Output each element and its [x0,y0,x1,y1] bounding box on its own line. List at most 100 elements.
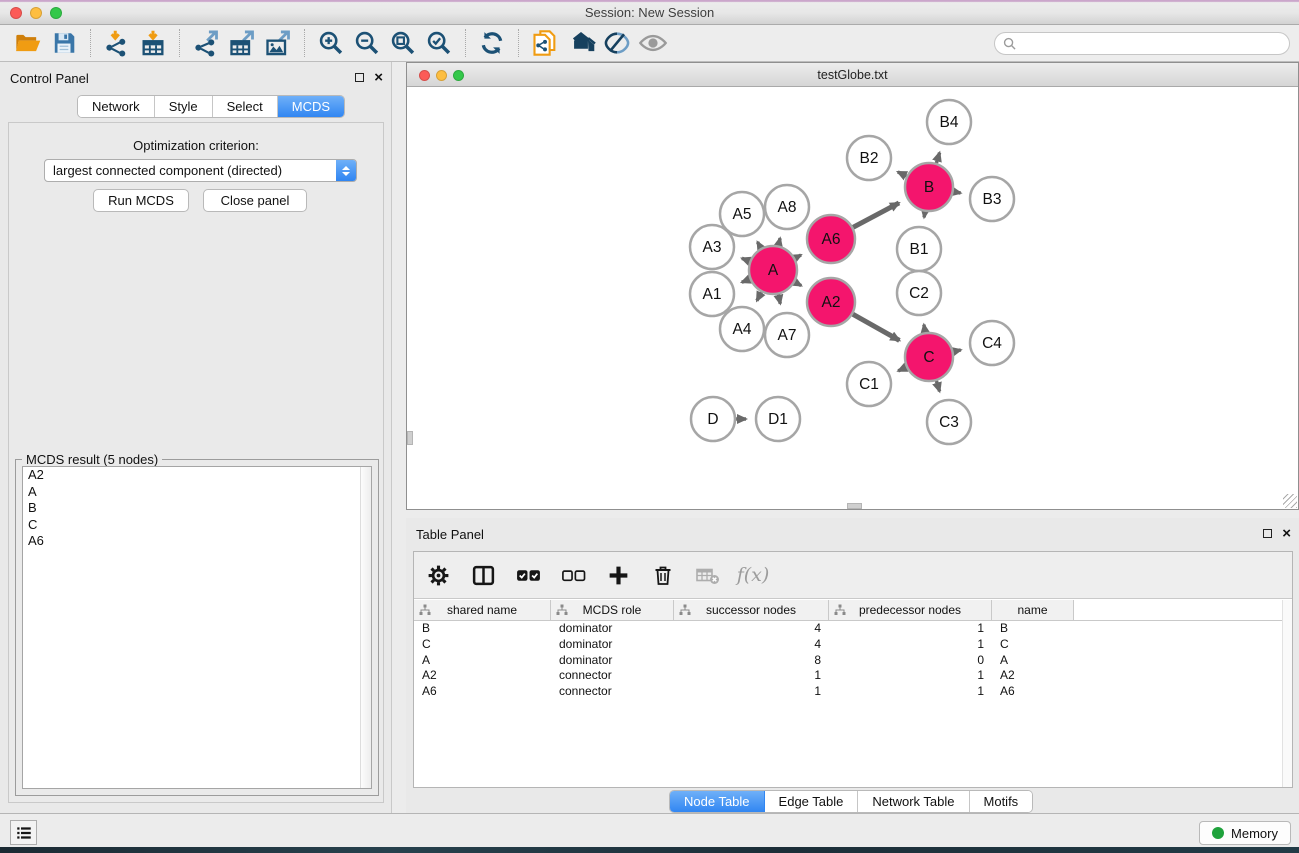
node-label-B3: B3 [983,191,1002,208]
export-network-icon[interactable] [188,27,224,59]
tab-motifs[interactable]: Motifs [970,791,1033,812]
node-label-C1: C1 [859,376,879,393]
edge-A-A5[interactable] [758,242,761,248]
tab-edge-table[interactable]: Edge Table [765,791,859,812]
toolbar-separator [90,29,91,57]
edge-A-A8[interactable] [778,238,780,245]
window-title: Session: New Session [0,5,1299,20]
tab-network-table[interactable]: Network Table [858,791,969,812]
show-panels-eye-icon[interactable] [635,27,671,59]
edge-C-C4[interactable] [953,350,960,352]
node-label-A6: A6 [822,231,841,248]
node-label-B: B [924,179,934,196]
edge-A-A4[interactable] [757,292,762,301]
mcds-result-item[interactable]: B [23,500,371,517]
memory-button[interactable]: Memory [1199,821,1291,845]
edge-C-C2[interactable] [924,325,925,333]
float-panel-icon[interactable] [1263,529,1272,538]
column-header-predecessor-nodes[interactable]: predecessor nodes [829,600,992,620]
float-panel-icon[interactable] [355,73,364,82]
tab-style[interactable]: Style [155,96,213,117]
close-panel-icon[interactable]: × [374,72,383,83]
column-header-shared-name[interactable]: shared name [414,600,551,620]
tab-node-table[interactable]: Node Table [670,791,765,812]
clone-network-icon[interactable] [527,27,563,59]
hide-panels-icon[interactable] [599,27,635,59]
edge-A-A1[interactable] [742,279,750,282]
export-table-icon[interactable] [224,27,260,59]
resize-grip[interactable] [1283,494,1297,508]
run-mcds-button[interactable]: Run MCDS [93,189,189,212]
table-cell: 4 [674,621,829,637]
horizontal-scrollbar-thumb[interactable] [847,503,862,509]
criterion-dropdown[interactable]: largest connected component (directed) [44,159,357,182]
mcds-result-item[interactable]: A6 [23,533,371,550]
zoom-in-icon[interactable] [313,27,349,59]
tab-mcds[interactable]: MCDS [278,96,344,117]
zoom-selected-icon[interactable] [421,27,457,59]
table-options-gear-icon[interactable] [424,561,452,589]
show-column-panel-icon[interactable] [469,561,497,589]
select-all-columns-icon[interactable] [514,561,542,589]
delete-column-icon[interactable] [649,561,677,589]
apply-layout-icon[interactable] [474,27,510,59]
search-input[interactable] [1021,37,1281,51]
task-history-button[interactable] [10,820,37,845]
import-network-icon[interactable] [99,27,135,59]
edge-A-A2[interactable] [795,282,801,286]
close-panel-icon[interactable]: × [1282,528,1291,539]
table-row[interactable]: Bdominator41B [414,621,1292,637]
deselect-all-columns-icon[interactable] [559,561,587,589]
import-table-icon[interactable] [135,27,171,59]
edge-A-A3[interactable] [742,258,750,261]
table-cell: A [414,653,551,669]
table-row[interactable]: Adominator80A [414,653,1292,669]
close-panel-button[interactable]: Close panel [203,189,307,212]
edge-C-C3[interactable] [936,381,939,392]
open-session-icon[interactable] [10,27,46,59]
tab-network[interactable]: Network [78,96,155,117]
column-header-successor-nodes[interactable]: successor nodes [674,600,829,620]
column-header-label: name [1017,603,1047,617]
mcds-result-item[interactable]: C [23,517,371,534]
vertical-scrollbar-thumb[interactable] [407,431,413,445]
list-scrollbar[interactable] [360,467,371,788]
table-scrollbar[interactable] [1282,600,1292,787]
column-header-mcds-role[interactable]: MCDS role [551,600,674,620]
criterion-value: largest connected component (directed) [45,163,336,178]
network-window-titlebar: testGlobe.txt [407,63,1298,87]
mcds-result-item[interactable]: A2 [23,467,371,484]
table-panel: Table Panel × [406,518,1299,813]
edge-B-B1[interactable] [924,212,925,218]
node-label-C4: C4 [982,335,1002,352]
tab-select[interactable]: Select [213,96,278,117]
home-icon[interactable] [563,27,599,59]
table-row[interactable]: A2connector11A2 [414,668,1292,684]
export-image-icon[interactable] [260,27,296,59]
table-row[interactable]: A6connector11A6 [414,684,1292,700]
edge-A-A7[interactable] [778,294,780,303]
column-header-name[interactable]: name [992,600,1074,620]
delete-table-icon[interactable] [694,561,722,589]
edge-C-C1[interactable] [898,367,906,371]
mcds-result-item[interactable]: A [23,484,371,501]
zoom-out-icon[interactable] [349,27,385,59]
table-cell: A2 [414,668,551,684]
edge-B-B3[interactable] [954,192,961,193]
node-label-D: D [707,411,718,428]
edge-A-A6[interactable] [795,255,801,258]
edge-B-B2[interactable] [898,172,907,176]
list-icon [15,824,33,842]
search-box[interactable] [994,32,1290,55]
save-session-icon[interactable] [46,27,82,59]
optimization-criterion-label: Optimization criterion: [9,138,383,153]
edge-A6-B[interactable] [853,203,899,227]
function-builder-icon[interactable]: f(x) [739,561,767,589]
table-cell: dominator [551,637,674,653]
edge-B-B4[interactable] [936,153,939,164]
table-row[interactable]: Cdominator41C [414,637,1292,653]
network-graph[interactable]: B4B2BB3A8A5A6A3B1AC2A1A2A4A7C4CC1DD1C3 [408,88,1297,509]
create-column-icon[interactable] [604,561,632,589]
edge-A2-C[interactable] [853,314,900,340]
zoom-fit-icon[interactable] [385,27,421,59]
